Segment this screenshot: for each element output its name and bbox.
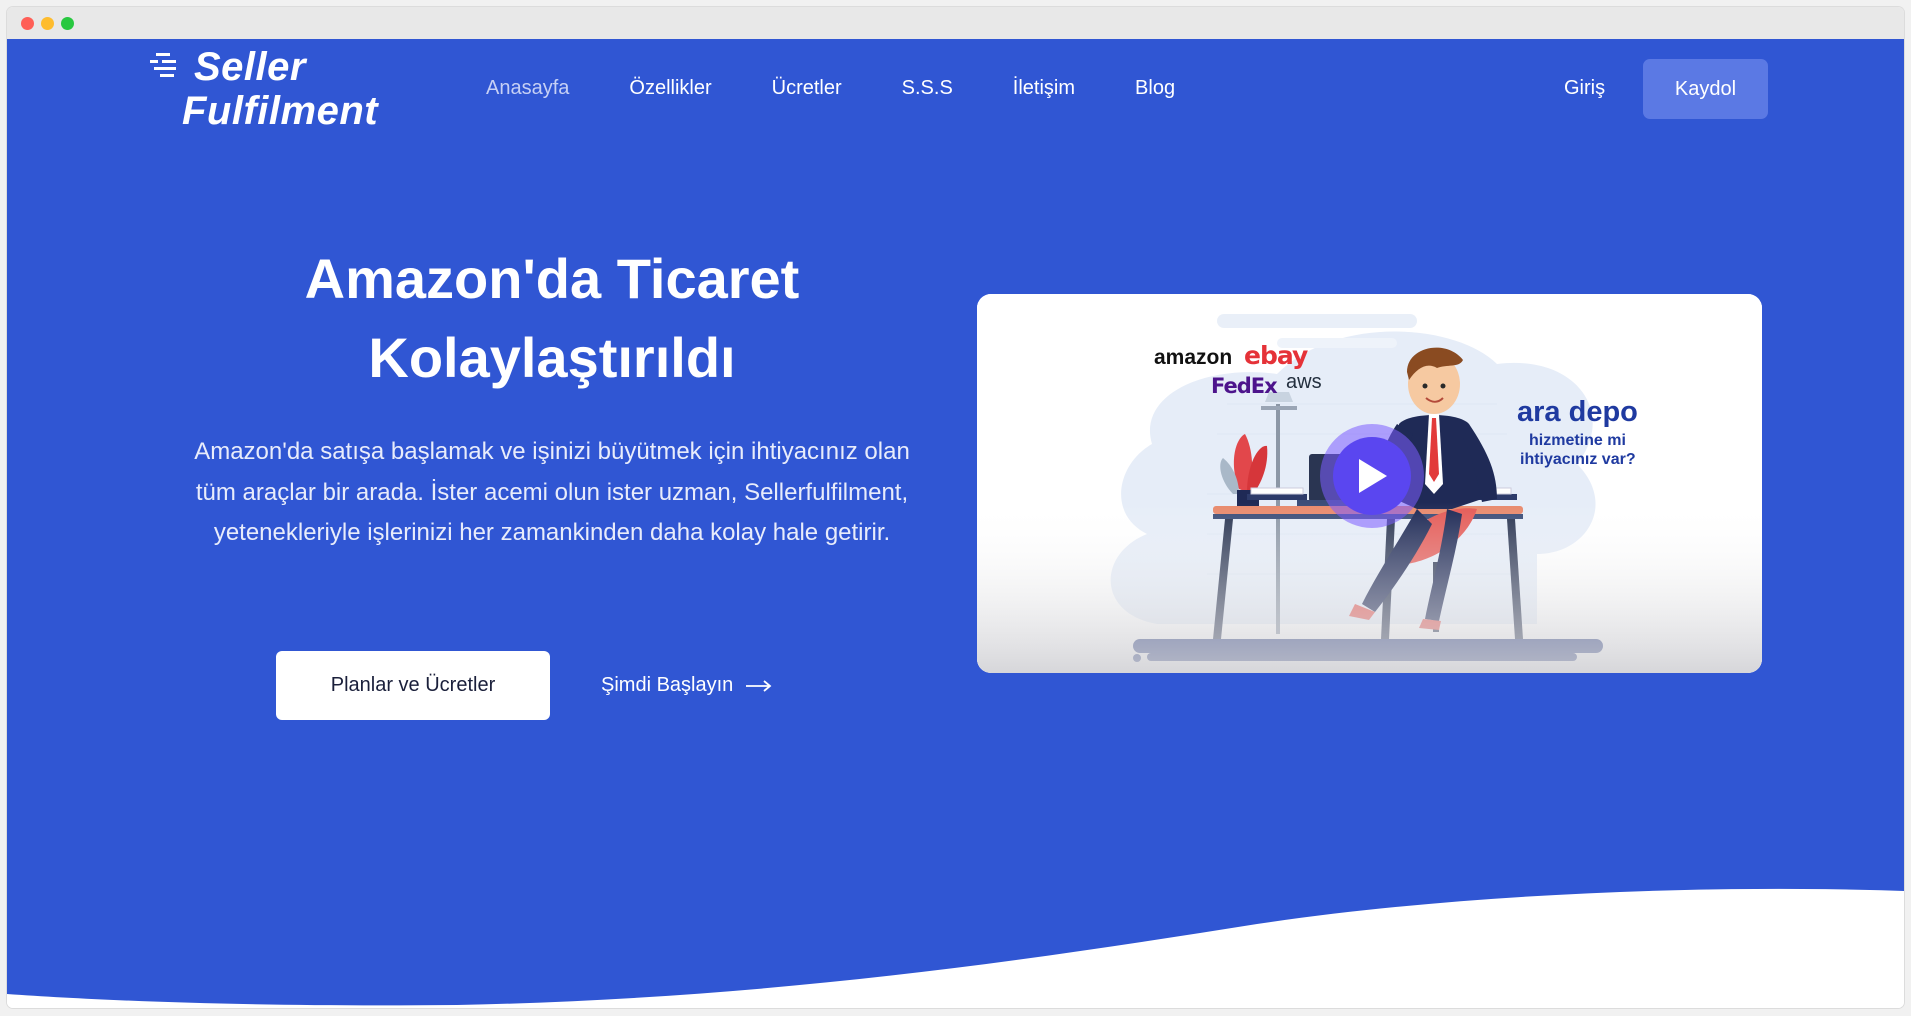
nav-item-pricing[interactable]: Ücretler (772, 77, 842, 100)
brand-logo[interactable]: Seller Fulfilment (150, 45, 380, 133)
hero-title: Amazon'da Ticaret Kolaylaştırıldı (177, 239, 927, 397)
hero-description: Amazon'da satışa başlamak ve işinizi büy… (194, 438, 910, 546)
browser-window: Seller Fulfilment Anasayfa Özellikler Üc… (7, 7, 1904, 1008)
nav-item-faq[interactable]: S.S.S (902, 77, 953, 100)
signup-button[interactable]: Kaydol (1643, 59, 1768, 119)
nav-item-features[interactable]: Özellikler (629, 77, 711, 100)
promo-headline: ara depo (1517, 396, 1638, 428)
logo-text-fulfilment: Fulfilment (182, 89, 379, 133)
amazon-logo: amazon (1154, 346, 1233, 369)
plans-pricing-button[interactable]: Planlar ve Ücretler (276, 651, 550, 720)
hero-section: Seller Fulfilment Anasayfa Özellikler Üc… (7, 39, 1904, 1008)
get-started-label: Şimdi Başlayın (601, 674, 734, 696)
play-video-button[interactable] (1320, 424, 1424, 528)
play-icon (1359, 459, 1387, 493)
get-started-link[interactable]: Şimdi Başlayın (601, 674, 773, 697)
maximize-dot-icon[interactable] (61, 17, 74, 30)
arrow-right-icon (746, 679, 772, 692)
main-nav: Anasayfa Özellikler Ücretler S.S.S İleti… (486, 77, 1235, 100)
title-bar (7, 7, 1904, 39)
play-button-inner (1333, 437, 1411, 515)
promo-line-3: ihtiyacınız var? (1520, 451, 1636, 468)
minimize-dot-icon[interactable] (41, 17, 54, 30)
login-link[interactable]: Giriş (1564, 77, 1605, 100)
hero-title-line1: Amazon'da Ticaret (304, 247, 800, 310)
hero-title-line2: Kolaylaştırıldı (368, 326, 736, 389)
aws-logo: aws (1286, 371, 1322, 393)
page-content: Seller Fulfilment Anasayfa Özellikler Üc… (7, 39, 1904, 1008)
fedex-logo: FedEx (1211, 374, 1278, 398)
ebay-logo: ebay (1244, 341, 1308, 370)
nav-item-home[interactable]: Anasayfa (486, 77, 569, 100)
nav-item-contact[interactable]: İletişim (1013, 77, 1075, 100)
speed-lines-icon (150, 53, 176, 77)
nav-item-blog[interactable]: Blog (1135, 77, 1175, 100)
promo-line-2: hizmetine mi (1529, 432, 1626, 449)
close-dot-icon[interactable] (21, 17, 34, 30)
logo-text-seller: Seller (194, 45, 306, 89)
video-thumbnail[interactable]: amazon ebay FedEx aws ara depo hizmetine… (977, 294, 1762, 673)
